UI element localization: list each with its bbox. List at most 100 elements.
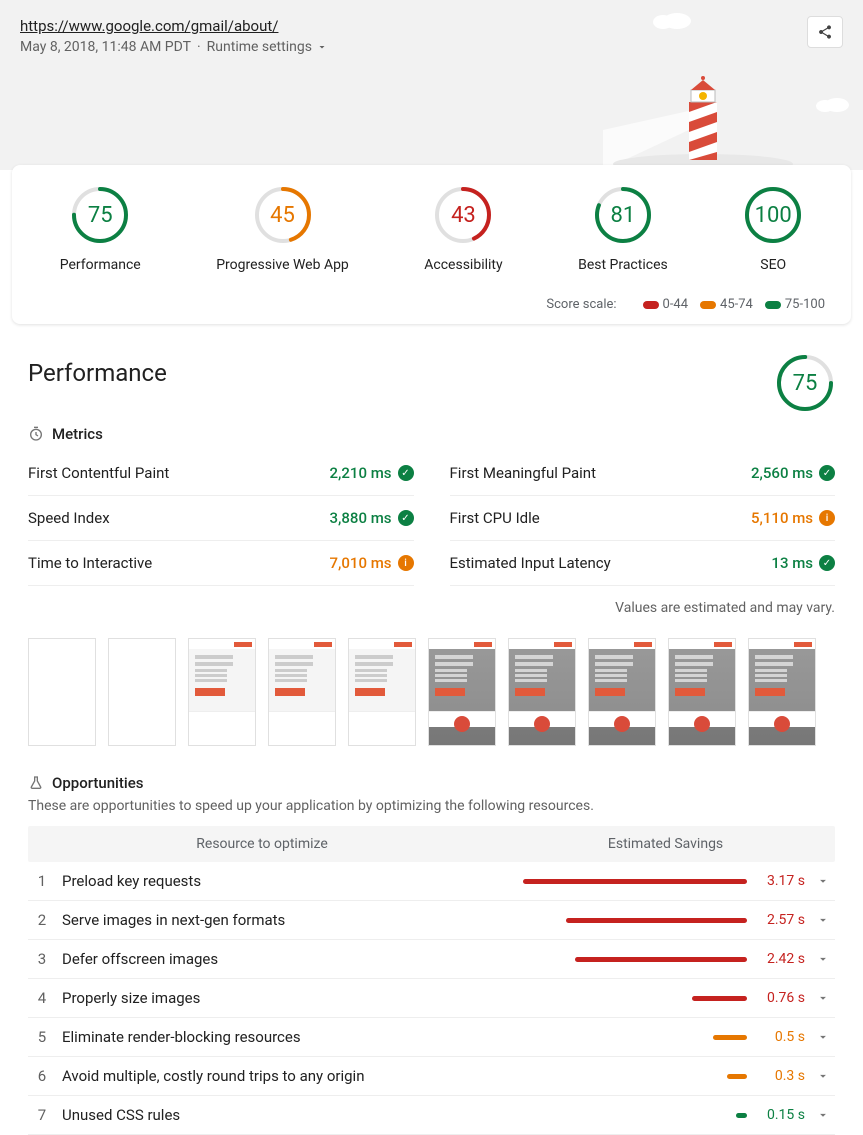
savings-value: 2.57 s bbox=[751, 912, 811, 928]
chevron-down-icon bbox=[316, 41, 328, 53]
scores-card: 75Performance 45 Progressive Web App 43 Acce… bbox=[12, 165, 851, 324]
metric-value: 13 ms bbox=[771, 554, 813, 572]
chevron-down-icon bbox=[811, 991, 835, 1005]
gauge-icon: 81 bbox=[593, 185, 653, 245]
opportunity-index: 7 bbox=[28, 1106, 56, 1124]
gauge-icon: 100 bbox=[743, 185, 803, 245]
metric-name: Estimated Input Latency bbox=[450, 554, 611, 572]
metrics-note: Values are estimated and may vary. bbox=[28, 600, 835, 616]
score-label: Performance bbox=[60, 257, 141, 273]
filmstrip-frame bbox=[668, 638, 736, 746]
filmstrip bbox=[28, 638, 835, 746]
score-seo[interactable]: 100 SEO bbox=[743, 185, 803, 273]
metric-name: Speed Index bbox=[28, 509, 110, 527]
gauge-icon: 43 bbox=[433, 185, 493, 245]
check-icon: ✓ bbox=[398, 465, 414, 481]
runtime-settings-toggle[interactable]: Runtime settings bbox=[207, 39, 328, 55]
scale-range: 45-74 bbox=[700, 297, 753, 312]
savings-bar bbox=[460, 879, 752, 884]
savings-bar bbox=[460, 1074, 752, 1079]
opportunity-name: Preload key requests bbox=[56, 872, 460, 890]
opportunities-intro: These are opportunities to speed up your… bbox=[28, 798, 835, 814]
opportunity-row[interactable]: 4 Properly size images 0.76 s bbox=[28, 979, 835, 1018]
opportunity-index: 2 bbox=[28, 911, 56, 929]
check-icon: ✓ bbox=[819, 555, 835, 571]
score-label: Best Practices bbox=[578, 257, 668, 273]
score-accessibility[interactable]: 43 Accessibility bbox=[424, 185, 502, 273]
metric-row: Estimated Input Latency 13 ms ✓ bbox=[450, 541, 836, 586]
opportunity-index: 4 bbox=[28, 989, 56, 1007]
score-label: Accessibility bbox=[424, 257, 502, 273]
share-button[interactable] bbox=[807, 16, 843, 48]
separator-dot: · bbox=[197, 39, 201, 55]
section-title-performance: Performance bbox=[28, 359, 167, 387]
check-icon: ✓ bbox=[398, 510, 414, 526]
opportunity-index: 6 bbox=[28, 1067, 56, 1085]
opportunities-table: Resource to optimize Estimated Savings 1… bbox=[28, 826, 835, 1135]
chevron-down-icon bbox=[811, 874, 835, 888]
opportunity-index: 5 bbox=[28, 1028, 56, 1046]
metric-value: 2,210 ms bbox=[330, 464, 392, 482]
cloud-icon bbox=[811, 94, 851, 114]
report-timestamp: May 8, 2018, 11:48 AM PDT bbox=[20, 39, 191, 55]
opportunities-table-header: Resource to optimize Estimated Savings bbox=[28, 826, 835, 862]
score-progressive-web-app[interactable]: 45 Progressive Web App bbox=[216, 185, 349, 273]
savings-bar bbox=[460, 1113, 752, 1118]
opportunity-row[interactable]: 7 Unused CSS rules 0.15 s bbox=[28, 1096, 835, 1135]
opportunity-row[interactable]: 6 Avoid multiple, costly round trips to … bbox=[28, 1057, 835, 1096]
info-icon: i bbox=[398, 555, 414, 571]
metric-name: First CPU Idle bbox=[450, 509, 540, 527]
savings-bar bbox=[460, 918, 752, 923]
metric-row: Speed Index 3,880 ms ✓ bbox=[28, 496, 414, 541]
tested-url[interactable]: https://www.google.com/gmail/about/ bbox=[20, 17, 278, 35]
metric-row: Time to Interactive7,010 msi bbox=[28, 541, 414, 586]
filmstrip-frame bbox=[508, 638, 576, 746]
score-label: SEO bbox=[760, 257, 786, 273]
info-icon: i bbox=[819, 510, 835, 526]
savings-value: 0.5 s bbox=[751, 1029, 811, 1045]
filmstrip-frame bbox=[348, 638, 416, 746]
metrics-subheading: Metrics bbox=[28, 425, 835, 443]
opportunity-row[interactable]: 2 Serve images in next-gen formats 2.57 … bbox=[28, 901, 835, 940]
filmstrip-frame bbox=[588, 638, 656, 746]
performance-section: Performance 75 Metrics First Contentful … bbox=[0, 329, 863, 1135]
filmstrip-frame bbox=[188, 638, 256, 746]
opportunity-row[interactable]: 3 Defer offscreen images 2.42 s bbox=[28, 940, 835, 979]
scale-range: 75-100 bbox=[765, 297, 825, 312]
chevron-down-icon bbox=[811, 952, 835, 966]
opportunity-name: Avoid multiple, costly round trips to an… bbox=[56, 1067, 460, 1085]
savings-value: 3.17 s bbox=[751, 873, 811, 889]
metric-name: First Contentful Paint bbox=[28, 464, 169, 482]
opportunity-name: Eliminate render-blocking resources bbox=[56, 1028, 460, 1046]
score-best-practices[interactable]: 81 Best Practices bbox=[578, 185, 668, 273]
metric-row: First Contentful Paint 2,210 ms ✓ bbox=[28, 451, 414, 496]
performance-gauge-large: 75 bbox=[775, 353, 835, 413]
savings-value: 0.76 s bbox=[751, 990, 811, 1006]
share-icon bbox=[817, 24, 833, 40]
chevron-down-icon bbox=[811, 1108, 835, 1122]
opportunity-name: Unused CSS rules bbox=[56, 1106, 460, 1124]
opportunity-name: Serve images in next-gen formats bbox=[56, 911, 460, 929]
opportunity-row[interactable]: 5 Eliminate render-blocking resources 0.… bbox=[28, 1018, 835, 1057]
opportunity-name: Properly size images bbox=[56, 989, 460, 1007]
filmstrip-frame bbox=[28, 638, 96, 746]
gauge-icon: 45 bbox=[253, 185, 313, 245]
filmstrip-frame bbox=[748, 638, 816, 746]
score-scale-legend: Score scale: 0-4445-7475-100 bbox=[22, 297, 841, 312]
opportunity-row[interactable]: 1 Preload key requests 3.17 s bbox=[28, 862, 835, 901]
check-icon: ✓ bbox=[819, 465, 835, 481]
savings-bar bbox=[460, 1035, 752, 1040]
metric-value: 3,880 ms bbox=[330, 509, 392, 527]
lighthouse-illustration bbox=[603, 60, 803, 170]
opportunity-index: 3 bbox=[28, 950, 56, 968]
metric-value: 7,010 ms bbox=[330, 554, 392, 572]
metric-value: 2,560 ms bbox=[751, 464, 813, 482]
filmstrip-frame bbox=[268, 638, 336, 746]
opportunity-name: Defer offscreen images bbox=[56, 950, 460, 968]
metric-name: First Meaningful Paint bbox=[450, 464, 596, 482]
score-performance[interactable]: 75Performance bbox=[60, 185, 141, 273]
savings-bar bbox=[460, 957, 752, 962]
score-label: Progressive Web App bbox=[216, 257, 349, 273]
filmstrip-frame bbox=[108, 638, 176, 746]
savings-bar bbox=[460, 996, 752, 1001]
